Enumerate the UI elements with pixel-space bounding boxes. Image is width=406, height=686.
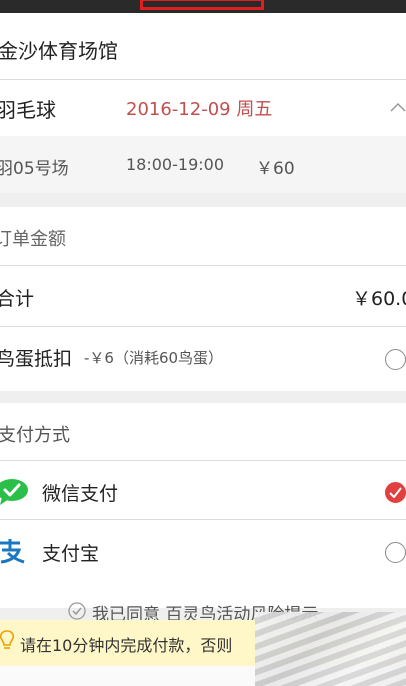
sport-label: 羽毛球 [0,98,56,122]
wechat-icon [0,479,28,505]
total-row: 合计 ￥60.0 [0,266,406,326]
court-price: ￥60 [256,159,295,179]
lightbulb-icon [0,630,14,649]
total-label: 合计 [0,288,35,310]
check-circle-icon[interactable] [68,602,86,620]
alipay-icon [0,539,25,564]
payment-option-wechat[interactable]: 微信支付 [0,461,406,519]
payment-radio-alipay[interactable] [385,542,406,563]
payment-label-alipay: 支付宝 [42,543,100,565]
booking-panel: 金沙体育场馆 羽毛球 2016-12-09 周五 羽05号场 18:00-19:… [0,13,406,193]
order-panel: 订单金额 合计 ￥60.0 鸟蛋抵扣 -￥6（消耗60鸟蛋） [0,207,406,391]
notice-text: 请在10分钟内完成付款，否则 [20,636,233,655]
payment-option-alipay[interactable]: 支付宝 [0,520,406,580]
order-section-title: 订单金额 [0,229,66,250]
highlight-box [140,0,264,10]
discount-row[interactable]: 鸟蛋抵扣 -￥6（消耗60鸟蛋） [0,327,406,391]
blurred-overlay [255,612,406,686]
time-slot: 18:00-19:00 [126,155,224,174]
court-row: 羽05号场 18:00-19:00 ￥60 [0,136,406,193]
payment-label-wechat: 微信支付 [42,483,119,505]
discount-label: 鸟蛋抵扣 [0,348,73,370]
chevron-up-icon[interactable] [390,102,406,112]
discount-detail: -￥6（消耗60鸟蛋） [84,349,224,367]
top-bar [0,0,406,13]
court-name: 羽05号场 [0,159,69,179]
payment-panel: 支付方式 微信支付 支付宝 [0,403,406,608]
payment-radio-wechat[interactable] [385,482,406,503]
total-value: ￥60.0 [352,288,406,310]
payment-section-title: 支付方式 [0,425,70,446]
discount-radio[interactable] [385,349,406,370]
date-row[interactable]: 羽毛球 2016-12-09 周五 [0,80,406,136]
booking-date: 2016-12-09 周五 [126,99,273,120]
venue-name: 金沙体育场馆 [0,39,118,63]
